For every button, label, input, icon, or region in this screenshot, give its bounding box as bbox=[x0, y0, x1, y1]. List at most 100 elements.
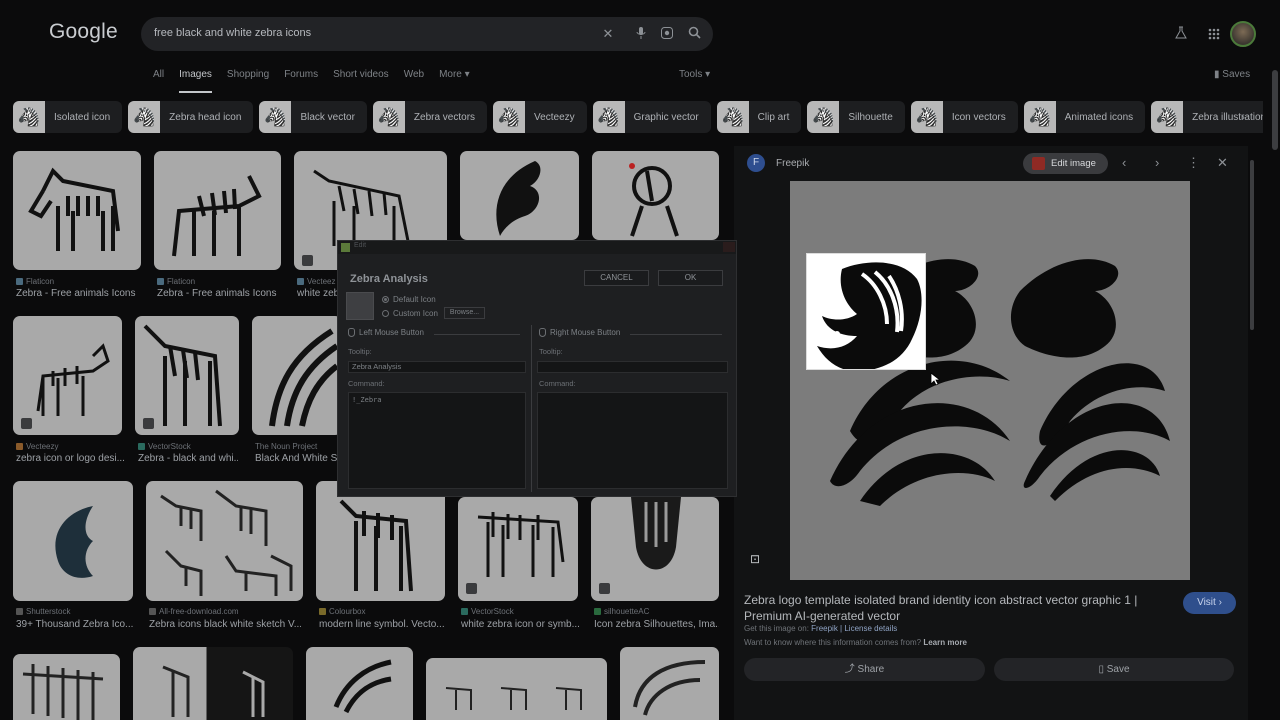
tab-forums[interactable]: Forums bbox=[284, 68, 318, 84]
apps-grid-icon[interactable] bbox=[1205, 22, 1223, 48]
chevron-right-icon[interactable]: › bbox=[1241, 110, 1245, 124]
default-icon-radio[interactable]: Default Icon bbox=[382, 295, 436, 304]
chevron-right-icon[interactable]: › bbox=[1155, 155, 1159, 171]
left-command-input[interactable]: !_Zebra bbox=[348, 392, 526, 489]
image-badge-icon bbox=[21, 418, 32, 429]
tools-menu[interactable]: Tools ▾ bbox=[679, 69, 710, 80]
tab-shopping[interactable]: Shopping bbox=[227, 68, 269, 84]
image-badge-icon bbox=[599, 583, 610, 594]
result-image[interactable] bbox=[592, 151, 719, 240]
result-image[interactable] bbox=[591, 497, 719, 601]
cancel-button[interactable]: CANCEL bbox=[584, 270, 649, 286]
result-image[interactable] bbox=[426, 658, 607, 720]
site-favicon bbox=[16, 608, 23, 615]
image-badge-icon bbox=[302, 255, 313, 266]
chip-zebra-head-icon[interactable]: 🦓 Zebra head icon bbox=[128, 101, 254, 133]
labs-icon[interactable] bbox=[1173, 22, 1189, 48]
chip-silhouette[interactable]: 🦓 Silhouette bbox=[807, 101, 905, 133]
license-link[interactable]: Freepik | License details bbox=[811, 624, 897, 633]
result-source: Vecteez bbox=[297, 277, 335, 286]
edit-image-button[interactable]: Edit image bbox=[1023, 153, 1108, 174]
chip-graphic-vector[interactable]: 🦓 Graphic vector bbox=[592, 101, 711, 133]
browse-button[interactable]: Browse... bbox=[444, 307, 485, 319]
result-image[interactable] bbox=[13, 481, 133, 601]
result-title[interactable]: Icon zebra Silhouettes, Ima... bbox=[594, 619, 719, 630]
page-scrollbar[interactable] bbox=[1272, 70, 1278, 150]
zebra-analysis-icon-overlay[interactable] bbox=[806, 253, 926, 370]
tab-web[interactable]: Web bbox=[404, 68, 424, 84]
chip-icon-vectors[interactable]: 🦓 Icon vectors bbox=[910, 101, 1018, 133]
zebra-thumb-icon: 🦓 bbox=[592, 101, 625, 133]
result-title[interactable]: Zebra icons black white sketch V... bbox=[149, 619, 301, 630]
share-button[interactable]: ⤴ Share bbox=[744, 658, 985, 681]
tab-short-videos[interactable]: Short videos bbox=[333, 68, 389, 84]
result-image[interactable] bbox=[460, 151, 579, 240]
zebra-thumb-icon: 🦓 bbox=[259, 101, 292, 133]
tab-images[interactable]: Images bbox=[179, 68, 212, 84]
result-title[interactable]: Black And White St bbox=[255, 453, 337, 464]
chip-isolated-icon[interactable]: 🦓 Isolated icon bbox=[13, 101, 123, 133]
result-title[interactable]: Zebra - black and whi... bbox=[138, 453, 238, 464]
chip-zebra-illustration[interactable]: 🦓 Zebra illustration bbox=[1151, 101, 1263, 133]
result-title[interactable]: 39+ Thousand Zebra Ico... bbox=[16, 619, 134, 630]
preview-source[interactable]: Freepik bbox=[776, 158, 809, 169]
account-avatar[interactable] bbox=[1230, 21, 1256, 47]
chip-label: Silhouette bbox=[848, 111, 893, 123]
visit-button[interactable]: Visit › bbox=[1183, 592, 1236, 614]
result-title[interactable]: zebra icon or logo desi... bbox=[16, 453, 128, 464]
chip-black-vector[interactable]: 🦓 Black vector bbox=[259, 101, 367, 133]
chevron-left-icon[interactable]: ‹ bbox=[1122, 155, 1126, 171]
google-logo[interactable]: Google bbox=[49, 20, 118, 44]
result-image[interactable] bbox=[252, 316, 342, 435]
chip-vecteezy[interactable]: 🦓 Vecteezy bbox=[493, 101, 587, 133]
clear-icon[interactable]: ✕ bbox=[600, 26, 616, 42]
learn-more-link[interactable]: Learn more bbox=[923, 638, 967, 647]
microphone-icon[interactable] bbox=[633, 26, 649, 42]
divider bbox=[630, 334, 722, 335]
left-tooltip-input[interactable]: Zebra Analysis bbox=[348, 361, 526, 373]
chip-label: Zebra vectors bbox=[413, 111, 476, 123]
result-image[interactable] bbox=[306, 647, 413, 720]
saves-link[interactable]: ▮ Saves bbox=[1214, 69, 1250, 80]
dialog-titlebar[interactable]: Edit bbox=[338, 241, 736, 254]
lens-search-icon[interactable]: ⊡ bbox=[750, 552, 760, 566]
icon-preview[interactable] bbox=[346, 292, 374, 320]
result-image[interactable] bbox=[133, 647, 293, 720]
result-image[interactable] bbox=[154, 151, 281, 270]
result-title[interactable]: white zeb bbox=[297, 288, 337, 299]
chip-zebra-vectors[interactable]: 🦓 Zebra vectors bbox=[372, 101, 488, 133]
right-command-input[interactable] bbox=[537, 392, 728, 489]
save-button[interactable]: ▯ Save bbox=[994, 658, 1234, 681]
right-tooltip-input[interactable] bbox=[537, 361, 728, 373]
result-title[interactable]: white zebra icon or symb... bbox=[461, 619, 579, 630]
result-image[interactable] bbox=[620, 647, 719, 720]
close-icon[interactable] bbox=[723, 242, 735, 252]
ok-button[interactable]: OK bbox=[658, 270, 723, 286]
result-title[interactable]: modern line symbol. Vecto... bbox=[319, 619, 445, 630]
dialog-heading: Zebra Analysis bbox=[350, 273, 428, 285]
chip-animated-icons[interactable]: 🦓 Animated icons bbox=[1023, 101, 1146, 133]
preview-image[interactable] bbox=[790, 181, 1190, 580]
panel-scrollbar[interactable] bbox=[1250, 160, 1254, 330]
search-bar[interactable]: free black and white zebra icons ✕ bbox=[141, 17, 713, 51]
result-title[interactable]: Zebra - Free animals Icons bbox=[16, 288, 144, 299]
preview-title[interactable]: Zebra logo template isolated brand ident… bbox=[744, 592, 1164, 624]
result-title[interactable]: Zebra - Free animals Icons bbox=[157, 288, 285, 299]
tab-all[interactable]: All bbox=[153, 68, 164, 84]
search-input[interactable]: free black and white zebra icons bbox=[154, 27, 311, 39]
search-icon[interactable] bbox=[686, 26, 702, 42]
more-vertical-icon[interactable]: ⋮ bbox=[1187, 155, 1200, 171]
lens-icon[interactable] bbox=[659, 26, 675, 42]
result-image[interactable] bbox=[316, 481, 445, 601]
custom-icon-radio[interactable]: Custom Icon bbox=[382, 309, 438, 318]
zebra-thumb-icon: 🦓 bbox=[1151, 101, 1184, 133]
result-image[interactable] bbox=[13, 654, 120, 720]
result-image[interactable] bbox=[13, 151, 141, 270]
zebra-thumb-icon: 🦓 bbox=[1023, 101, 1056, 133]
chip-clip-art[interactable]: 🦓 Clip art bbox=[716, 101, 802, 133]
edit-image-label: Edit image bbox=[1051, 158, 1096, 169]
close-icon[interactable]: ✕ bbox=[1217, 155, 1228, 171]
result-image[interactable] bbox=[146, 481, 303, 601]
mouse-cursor-icon bbox=[930, 372, 940, 386]
tab-more[interactable]: More ▾ bbox=[439, 68, 470, 84]
